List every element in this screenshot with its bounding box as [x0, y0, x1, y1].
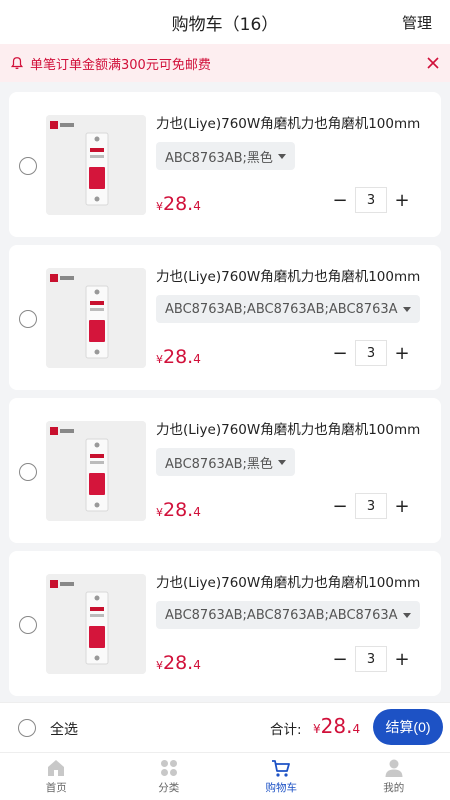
close-icon[interactable]	[426, 56, 440, 70]
decrease-button[interactable]: −	[325, 646, 355, 672]
spec-text: ABC8763AB;黑色	[165, 456, 273, 472]
tab-profile[interactable]: 我的	[338, 753, 450, 800]
cart-item: 力也(Liye)760W角磨机力也角磨机100mm ABC8763AB;黑色 ¥…	[9, 92, 441, 237]
page-title: 购物车（16）	[171, 14, 279, 35]
item-price: ¥28.4	[156, 193, 201, 215]
select-all-label[interactable]: 全选	[50, 719, 78, 739]
quantity-stepper: − 3 +	[325, 187, 417, 213]
total-integer: 28.	[320, 714, 353, 738]
quantity-input[interactable]: 3	[355, 493, 387, 519]
product-name[interactable]: 力也(Liye)760W角磨机力也角磨机100mm	[156, 418, 426, 438]
tab-label: 购物车	[265, 782, 298, 794]
quantity-stepper: − 3 +	[325, 340, 417, 366]
quantity-input[interactable]: 3	[355, 187, 387, 213]
quantity-stepper: − 3 +	[325, 493, 417, 519]
chevron-down-icon	[277, 459, 286, 465]
category-icon	[160, 760, 177, 776]
user-icon	[385, 759, 403, 777]
select-all-radio[interactable]	[18, 719, 36, 737]
item-select-radio[interactable]	[19, 310, 37, 328]
price-integer: 28.	[163, 652, 194, 674]
product-name[interactable]: 力也(Liye)760W角磨机力也角磨机100mm	[156, 265, 426, 285]
decrease-button[interactable]: −	[325, 340, 355, 366]
spec-selector[interactable]: ABC8763AB;ABC8763AB;ABC8763A	[156, 295, 420, 323]
price-decimal: 4	[193, 352, 201, 366]
increase-button[interactable]: +	[387, 493, 417, 519]
item-price: ¥28.4	[156, 346, 201, 368]
spec-text: ABC8763AB;ABC8763AB;ABC8763A	[165, 607, 398, 623]
cart-item: 力也(Liye)760W角磨机力也角磨机100mm ABC8763AB;ABC8…	[9, 551, 441, 696]
increase-button[interactable]: +	[387, 340, 417, 366]
quantity-input[interactable]: 3	[355, 340, 387, 366]
item-price: ¥28.4	[156, 652, 201, 674]
price-currency: ¥	[156, 353, 163, 366]
increase-button[interactable]: +	[387, 646, 417, 672]
tab-label: 我的	[383, 782, 405, 794]
tab-home[interactable]: 首页	[0, 753, 113, 800]
product-name[interactable]: 力也(Liye)760W角磨机力也角磨机100mm	[156, 112, 426, 132]
product-image[interactable]	[46, 115, 146, 215]
price-decimal: 4	[193, 505, 201, 519]
checkout-button[interactable]: 结算(0)	[373, 709, 443, 745]
shipping-notice: 单笔订单金额满300元可免邮费	[0, 44, 450, 82]
header: 购物车（16） 管理	[0, 0, 450, 44]
notice-text: 单笔订单金额满300元可免邮费	[30, 57, 211, 73]
product-image[interactable]	[46, 574, 146, 674]
item-price: ¥28.4	[156, 499, 201, 521]
cart-item: 力也(Liye)760W角磨机力也角磨机100mm ABC8763AB;黑色 ¥…	[9, 398, 441, 543]
item-select-radio[interactable]	[19, 157, 37, 175]
price-decimal: 4	[193, 658, 201, 672]
price-decimal: 4	[193, 199, 201, 213]
tab-label: 分类	[158, 782, 180, 794]
product-image[interactable]	[46, 421, 146, 521]
price-currency: ¥	[156, 659, 163, 672]
quantity-input[interactable]: 3	[355, 646, 387, 672]
price-integer: 28.	[163, 193, 194, 215]
quantity-stepper: − 3 +	[325, 646, 417, 672]
manage-button[interactable]: 管理	[402, 12, 432, 33]
price-integer: 28.	[163, 499, 194, 521]
checkout-bar: 全选 合计: ¥28.4 结算(0)	[0, 702, 450, 752]
decrease-button[interactable]: −	[325, 493, 355, 519]
item-select-radio[interactable]	[19, 463, 37, 481]
price-currency: ¥	[156, 506, 163, 519]
cart-item: 力也(Liye)760W角磨机力也角磨机100mm ABC8763AB;ABC8…	[9, 245, 441, 390]
total-currency: ¥	[313, 722, 321, 736]
product-name[interactable]: 力也(Liye)760W角磨机力也角磨机100mm	[156, 571, 426, 591]
product-image[interactable]	[46, 268, 146, 368]
tab-label: 首页	[45, 782, 67, 794]
tab-bar: 首页 分类 购物车 我的	[0, 752, 450, 800]
tab-cart[interactable]: 购物车	[225, 753, 338, 800]
spec-selector[interactable]: ABC8763AB;黑色	[156, 448, 295, 476]
cart-list: 力也(Liye)760W角磨机力也角磨机100mm ABC8763AB;黑色 ¥…	[0, 92, 450, 702]
spec-text: ABC8763AB;ABC8763AB;ABC8763A	[165, 301, 398, 317]
item-select-radio[interactable]	[19, 616, 37, 634]
decrease-button[interactable]: −	[325, 187, 355, 213]
spec-selector[interactable]: ABC8763AB;黑色	[156, 142, 295, 170]
chevron-down-icon	[402, 612, 411, 618]
price-currency: ¥	[156, 200, 163, 213]
total-label: 合计:	[270, 722, 302, 738]
total-decimal: 4	[352, 722, 361, 736]
chevron-down-icon	[277, 153, 286, 159]
price-integer: 28.	[163, 346, 194, 368]
bell-icon	[10, 57, 24, 70]
spec-selector[interactable]: ABC8763AB;ABC8763AB;ABC8763A	[156, 601, 420, 629]
cart-icon	[272, 760, 291, 777]
total-price: ¥28.4	[313, 714, 360, 738]
home-icon	[48, 760, 65, 776]
increase-button[interactable]: +	[387, 187, 417, 213]
spec-text: ABC8763AB;黑色	[165, 150, 273, 166]
tab-category[interactable]: 分类	[113, 753, 226, 800]
chevron-down-icon	[402, 306, 411, 312]
